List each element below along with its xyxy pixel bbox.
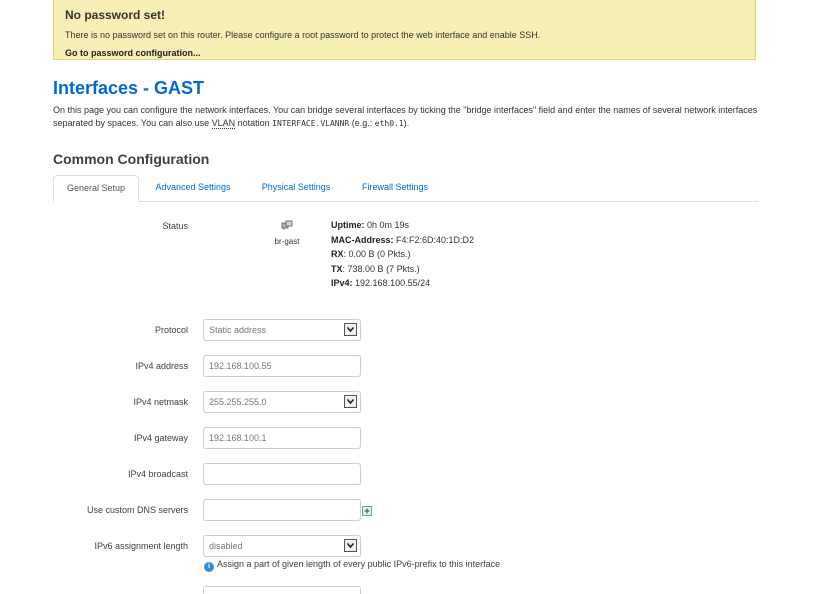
rx-label: RX [331,249,344,259]
status-details: Uptime: 0h 0m 19s MAC-Address: F4:F2:6D:… [331,218,474,291]
ipv4-address-label: IPv4 address [135,361,188,371]
password-config-link[interactable]: Go to password configuration... [65,48,201,58]
alert-title: No password set! [65,8,166,22]
info-icon: i [204,562,214,572]
page-title: Interfaces - GAST [53,78,205,98]
tx-row: TX: 738.00 B (7 Pkts.) [331,263,420,274]
ipv6-assign-label: IPv6 assignment length [94,541,188,551]
ipv4-label: IPv4: [331,278,353,288]
ipv6-assign-hint-text: Assign a part of given length of every p… [217,559,501,569]
ipv4-broadcast-label: IPv4 broadcast [127,469,188,479]
ipv4-netmask-label: IPv4 netmask [133,397,188,407]
tab-general-setup[interactable]: General Setup [53,175,139,202]
dns-label: Use custom DNS servers [86,505,188,515]
uptime-label: Uptime: [331,220,365,230]
desc-text-4: ). [403,118,410,128]
ipv4-netmask-value: 255.255.255.0 [209,397,267,407]
section-title: Common Configuration [53,151,210,167]
network-bridge-icon [281,217,293,230]
uptime-value: 0h 0m 19s [367,220,410,230]
protocol-value: Static address [209,325,267,335]
ipv4-address-input[interactable]: 192.168.100.55 [203,355,361,377]
no-password-alert: No password set! There is no password se… [53,0,756,60]
alert-text: There is no password set on this router.… [65,30,541,40]
ipv4-value: 192.168.100.55/24 [355,278,431,288]
add-dns-icon[interactable] [362,503,372,516]
config-tabs: General Setup Advanced Settings Physical… [53,175,758,202]
interface-name: br-gast [274,237,300,246]
ipv4-row: IPv4: 192.168.100.55/24 [331,276,474,291]
tab-advanced-settings[interactable]: Advanced Settings [145,175,241,200]
tx-label: TX [331,263,343,274]
ipv6-assign-select[interactable]: disabled [203,535,361,557]
mac-label: MAC-Address: [331,234,394,245]
tab-physical-settings[interactable]: Physical Settings [251,175,341,200]
ipv6-assign-hint: i Assign a part of given length of every … [204,559,500,572]
chevron-down-icon [344,323,357,336]
rx-value: 0.00 B (0 Pkts.) [348,249,411,259]
desc-text-2: notation [235,118,273,128]
protocol-select[interactable]: Static address [203,319,361,341]
desc-text-3: (e.g.: [349,118,375,128]
desc-code-1: INTERFACE.VLANNR [272,119,350,128]
mac-value: F4:F2:6D:40:1D:D2 [396,234,475,245]
interface-status-badge: br-gast [268,217,306,249]
tab-firewall-settings[interactable]: Firewall Settings [351,175,439,200]
protocol-label: Protocol [154,325,188,335]
next-field-input[interactable] [203,586,361,594]
ipv4-gateway-label: IPv4 gateway [133,433,188,443]
ipv6-assign-value: disabled [209,541,243,551]
chevron-down-icon [344,395,357,408]
ipv4-broadcast-input[interactable] [203,463,361,485]
page-description: On this page you can configure the netwo… [53,104,763,130]
status-label: Status [162,221,188,231]
chevron-down-icon [344,539,357,552]
desc-code-2: eth0.1 [374,119,404,128]
rx-row: RX: 0.00 B (0 Pkts.) [331,249,411,259]
page: No password set! There is no password se… [0,0,838,594]
vlan-abbr: VLAN [211,118,236,129]
ipv4-netmask-select[interactable]: 255.255.255.0 [203,391,361,413]
ipv4-gateway-input[interactable]: 192.168.100.1 [203,427,361,449]
dns-input[interactable] [203,499,361,521]
mac-row: MAC-Address: F4:F2:6D:40:1D:D2 [331,233,474,248]
uptime-row: Uptime: 0h 0m 19s [331,218,474,233]
tx-value: 738.00 B (7 Pkts.) [347,263,420,274]
